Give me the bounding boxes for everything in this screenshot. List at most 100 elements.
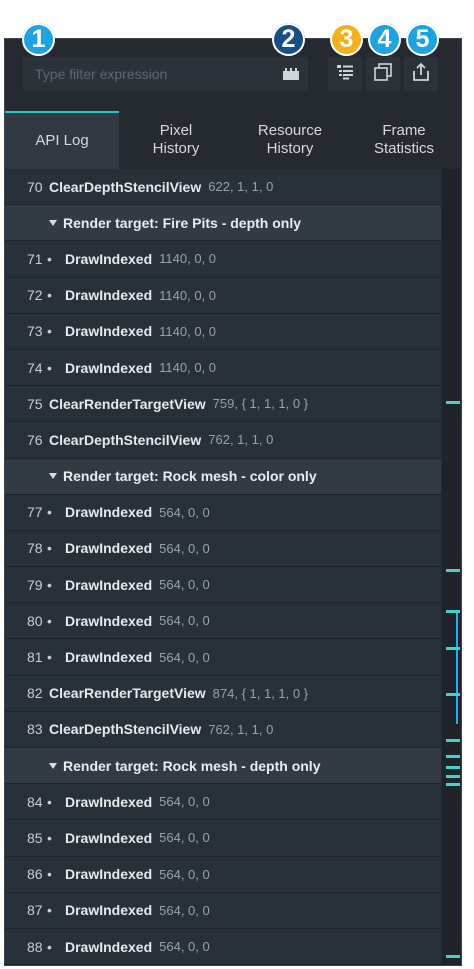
scroll-marker <box>446 766 460 769</box>
api-call-row[interactable]: 79 • DrawIndexed 564, 0, 0 <box>5 567 441 604</box>
api-call-row[interactable]: 77 • DrawIndexed 564, 0, 0 <box>5 494 441 531</box>
call-index: 83 <box>27 721 43 738</box>
child-bullet-icon: • <box>47 540 52 557</box>
copy-button[interactable] <box>366 57 400 91</box>
callout-badge-3: 3 <box>330 23 363 56</box>
api-call-row[interactable]: 85 • DrawIndexed 564, 0, 0 <box>5 820 441 857</box>
tab-api-log[interactable]: API Log <box>5 111 119 169</box>
call-args: 1140, 0, 0 <box>159 287 217 303</box>
call-args: 564, 0, 0 <box>159 939 210 955</box>
expand-triangle-icon[interactable] <box>49 473 57 480</box>
call-args: 1140, 0, 0 <box>159 251 217 267</box>
tab-label: Resource History <box>257 122 323 157</box>
call-index: 81 <box>27 649 43 666</box>
api-call-row[interactable]: 84 • DrawIndexed 564, 0, 0 <box>5 784 441 821</box>
call-name: ClearDepthStencilView <box>49 721 202 738</box>
api-call-row[interactable]: 76 ClearDepthStencilView 762, 1, 1, 0 <box>5 422 441 459</box>
child-bullet-icon: • <box>47 323 52 340</box>
call-name: DrawIndexed <box>65 287 153 304</box>
call-args: 564, 0, 0 <box>159 504 210 520</box>
child-bullet-icon: • <box>47 504 52 521</box>
api-call-row[interactable]: 80 • DrawIndexed 564, 0, 0 <box>5 603 441 640</box>
expand-triangle-icon[interactable] <box>49 219 57 226</box>
scroll-marker <box>446 569 460 572</box>
call-name: DrawIndexed <box>65 938 153 955</box>
call-args: 762, 1, 1, 0 <box>208 721 274 737</box>
call-index: 72 <box>27 287 43 304</box>
call-index: 78 <box>27 540 43 557</box>
call-index: 87 <box>27 902 43 919</box>
tab-resource-history[interactable]: Resource History <box>233 111 347 169</box>
api-call-row[interactable]: 73 • DrawIndexed 1140, 0, 0 <box>5 313 441 350</box>
render-target-group-row[interactable]: Render target: Rock mesh - color only <box>4 458 441 495</box>
group-accent-bar <box>4 463 5 491</box>
tab-bar: API Log Pixel History Resource History F… <box>5 111 461 169</box>
api-call-row[interactable]: 83 ClearDepthStencilView 762, 1, 1, 0 <box>5 711 441 748</box>
group-accent-bar <box>4 752 5 780</box>
filter-icon[interactable] <box>282 67 300 81</box>
call-args: 564, 0, 0 <box>159 794 210 810</box>
child-bullet-icon: • <box>47 649 52 666</box>
call-args: 564, 0, 0 <box>159 577 210 593</box>
callout-badge-4: 4 <box>368 23 401 56</box>
callout-badge-5: 5 <box>406 23 439 56</box>
child-bullet-icon: • <box>47 359 52 376</box>
list-options-button[interactable] <box>328 57 362 91</box>
api-call-row[interactable]: 88 • DrawIndexed 564, 0, 0 <box>5 928 441 965</box>
scroll-marker <box>446 610 460 613</box>
scrollbar-track[interactable] <box>442 169 461 965</box>
render-target-group-row[interactable]: Render target: Fire Pits - depth only <box>4 205 441 242</box>
tab-label: Pixel History <box>152 122 200 157</box>
callout-badge-2: 2 <box>272 23 305 56</box>
call-name: ClearDepthStencilView <box>49 178 202 195</box>
export-button[interactable] <box>404 57 438 91</box>
scroll-marker <box>446 401 460 404</box>
call-args: 564, 0, 0 <box>159 649 210 665</box>
call-index: 73 <box>27 323 43 340</box>
call-name: DrawIndexed <box>65 576 153 593</box>
api-call-row[interactable]: 75 ClearRenderTargetView 759, { 1, 1, 1, 0… <box>5 386 441 423</box>
api-call-row[interactable]: 86 • DrawIndexed 564, 0, 0 <box>5 856 441 893</box>
tab-label: Frame Statistics <box>373 122 434 157</box>
render-target-group-row[interactable]: Render target: Rock mesh - depth only <box>4 748 441 785</box>
api-call-row[interactable]: 70 ClearDepthStencilView 622, 1, 1, 0 <box>5 169 441 206</box>
copy-icon <box>374 62 392 86</box>
scroll-marker <box>446 693 460 696</box>
call-args: 1140, 0, 0 <box>159 360 217 376</box>
call-args: 564, 0, 0 <box>159 902 210 918</box>
filter-input[interactable] <box>23 57 292 91</box>
group-label: Render target: Rock mesh - depth only <box>63 757 321 774</box>
api-call-row[interactable]: 81 • DrawIndexed 564, 0, 0 <box>5 639 441 676</box>
callout-badge-1: 1 <box>22 23 55 56</box>
api-call-row[interactable]: 78 • DrawIndexed 564, 0, 0 <box>5 530 441 568</box>
api-call-row[interactable]: 82 ClearRenderTargetView 874, { 1, 1, 1, 0… <box>5 675 441 712</box>
expand-triangle-icon[interactable] <box>49 762 57 769</box>
call-name: DrawIndexed <box>65 323 153 340</box>
tab-pixel-history[interactable]: Pixel History <box>119 111 233 169</box>
scroll-marker <box>446 775 460 778</box>
child-bullet-icon: • <box>47 938 52 955</box>
call-name: ClearRenderTargetView <box>49 395 206 412</box>
scroll-marker <box>446 647 460 650</box>
api-call-row[interactable]: 74 • DrawIndexed 1140, 0, 0 <box>5 349 441 387</box>
api-call-row[interactable]: 71 • DrawIndexed 1140, 0, 0 <box>5 241 441 278</box>
call-args: 762, 1, 1, 0 <box>208 432 274 448</box>
call-index: 84 <box>27 793 43 810</box>
call-name: ClearRenderTargetView <box>49 685 206 702</box>
call-args: 622, 1, 1, 0 <box>208 179 274 195</box>
call-args: 759, { 1, 1, 1, 0 } <box>212 396 309 412</box>
scroll-marker <box>446 739 460 742</box>
group-accent-bar <box>4 209 5 237</box>
api-call-row[interactable]: 72 • DrawIndexed 1140, 0, 0 <box>5 277 441 314</box>
call-args: 1140, 0, 0 <box>159 323 217 339</box>
api-call-row[interactable]: 87 • DrawIndexed 564, 0, 0 <box>5 892 441 929</box>
group-label: Render target: Rock mesh - color only <box>63 468 317 485</box>
call-args: 874, { 1, 1, 1, 0 } <box>212 685 309 701</box>
call-index: 82 <box>27 685 43 702</box>
selection-range-line <box>456 610 458 724</box>
child-bullet-icon: • <box>47 902 52 919</box>
child-bullet-icon: • <box>47 250 52 267</box>
list-options-icon <box>336 64 354 85</box>
call-name: DrawIndexed <box>65 829 153 846</box>
tab-frame-statistics[interactable]: Frame Statistics <box>347 111 461 169</box>
